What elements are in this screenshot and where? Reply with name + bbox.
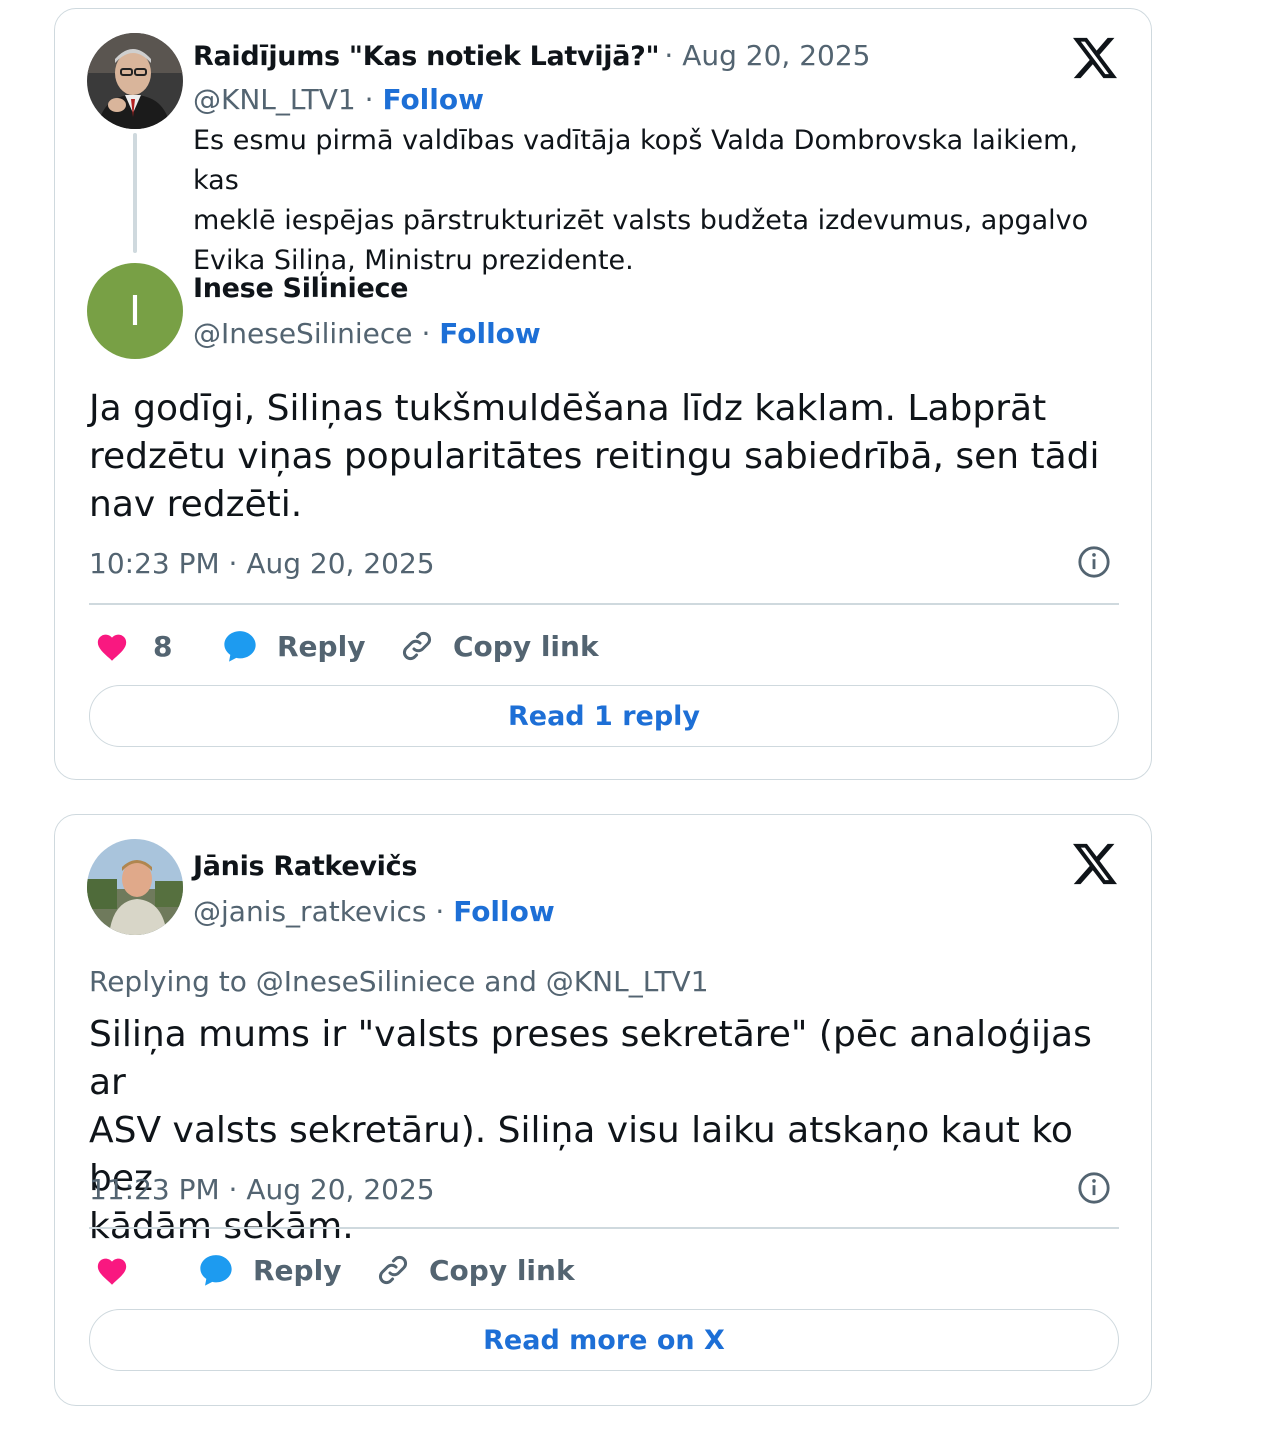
speech-bubble-icon bbox=[221, 628, 259, 664]
heart-icon bbox=[95, 630, 129, 662]
tweet-timestamp[interactable]: 11:23 PM · Aug 20, 2025 bbox=[89, 1173, 435, 1206]
author-handle[interactable]: @KNL_LTV1 bbox=[193, 83, 356, 116]
tweet-text: Siliņa mums ir "valsts preses sekretāre"… bbox=[89, 1011, 1109, 1251]
avatar-initial: I bbox=[128, 286, 142, 335]
heart-icon bbox=[95, 1254, 129, 1286]
reply-label: Reply bbox=[277, 629, 366, 663]
reply-button[interactable]: Reply bbox=[221, 623, 365, 669]
like-count: 8 bbox=[153, 629, 173, 663]
reply-button[interactable]: Reply bbox=[197, 1247, 341, 1293]
author-name[interactable]: Jānis Ratkevičs bbox=[193, 851, 417, 882]
read-more-button[interactable]: Read more on X bbox=[89, 1309, 1119, 1371]
author-handle-line: @janis_ratkevics · Follow bbox=[193, 895, 555, 928]
x-logo-icon[interactable] bbox=[1073, 843, 1117, 885]
replying-and: and bbox=[484, 965, 537, 998]
speech-bubble-icon bbox=[197, 1252, 235, 1288]
quoted-handle-line: @KNL_LTV1 · Follow bbox=[193, 83, 484, 116]
separator-dot: · bbox=[421, 317, 440, 350]
thread-line bbox=[133, 133, 137, 253]
avatar-photo bbox=[87, 33, 183, 129]
text-line: meklē iespējas pārstrukturizēt valsts bu… bbox=[193, 205, 1089, 236]
copy-link-label: Copy link bbox=[429, 1253, 575, 1287]
avatar[interactable] bbox=[87, 33, 183, 129]
divider bbox=[89, 1227, 1119, 1229]
author-handle-line: @IneseSiliniece · Follow bbox=[193, 317, 541, 350]
x-logo-icon[interactable] bbox=[1073, 37, 1117, 79]
author-handle[interactable]: @janis_ratkevics bbox=[193, 895, 426, 928]
post-date[interactable]: Aug 20, 2025 bbox=[682, 39, 870, 72]
avatar-photo bbox=[87, 839, 183, 935]
info-icon[interactable] bbox=[1077, 545, 1111, 579]
text-line: Ja godīgi, Siliņas tukšmuldēšana līdz ka… bbox=[89, 388, 1047, 429]
text-line: Es esmu pirmā valdības vadītāja kopš Val… bbox=[193, 125, 1078, 196]
author-header: Inese Siliniece bbox=[193, 273, 408, 304]
like-button[interactable] bbox=[95, 1247, 147, 1293]
separator-dot: · bbox=[435, 895, 454, 928]
author-name[interactable]: Inese Siliniece bbox=[193, 273, 408, 304]
text-line: Siliņa mums ir "valsts preses sekretāre"… bbox=[89, 1014, 1092, 1103]
copy-link-button[interactable]: Copy link bbox=[375, 1247, 575, 1293]
avatar[interactable]: I bbox=[87, 263, 183, 359]
link-icon bbox=[399, 628, 435, 664]
author-header: Jānis Ratkevičs bbox=[193, 851, 417, 882]
separator-dot: · bbox=[664, 39, 683, 72]
info-icon[interactable] bbox=[1077, 1171, 1111, 1205]
replying-prefix: Replying to bbox=[89, 965, 247, 998]
avatar[interactable] bbox=[87, 839, 183, 935]
author-name[interactable]: Raidījums "Kas notiek Latvijā?" bbox=[193, 41, 660, 72]
divider bbox=[89, 603, 1119, 605]
replying-to: Replying to @IneseSiliniece and @KNL_LTV… bbox=[89, 965, 709, 998]
link-icon bbox=[375, 1252, 411, 1288]
mention-link[interactable]: @IneseSiliniece bbox=[256, 965, 476, 998]
tweet-text: Ja godīgi, Siliņas tukšmuldēšana līdz ka… bbox=[89, 385, 1109, 529]
follow-button[interactable]: Follow bbox=[382, 83, 484, 116]
like-button[interactable]: 8 bbox=[95, 623, 172, 669]
read-replies-button[interactable]: Read 1 reply bbox=[89, 685, 1119, 747]
tweet-card: Raidījums "Kas notiek Latvijā?" · Aug 20… bbox=[54, 8, 1152, 780]
copy-link-button[interactable]: Copy link bbox=[399, 623, 599, 669]
follow-button[interactable]: Follow bbox=[439, 317, 541, 350]
mention-link[interactable]: @KNL_LTV1 bbox=[546, 965, 709, 998]
text-line: nav redzēti. bbox=[89, 484, 303, 525]
reply-label: Reply bbox=[253, 1253, 342, 1287]
separator-dot: · bbox=[364, 83, 383, 116]
quoted-header: Raidījums "Kas notiek Latvijā?" · Aug 20… bbox=[193, 39, 870, 72]
copy-link-label: Copy link bbox=[453, 629, 599, 663]
text-line: redzētu viņas popularitātes reitingu sab… bbox=[89, 436, 1100, 477]
tweet-timestamp[interactable]: 10:23 PM · Aug 20, 2025 bbox=[89, 547, 435, 580]
tweet-card: Jānis Ratkevičs @janis_ratkevics · Follo… bbox=[54, 814, 1152, 1406]
author-handle[interactable]: @IneseSiliniece bbox=[193, 317, 413, 350]
follow-button[interactable]: Follow bbox=[453, 895, 555, 928]
quoted-text: Es esmu pirmā valdības vadītāja kopš Val… bbox=[193, 121, 1113, 281]
